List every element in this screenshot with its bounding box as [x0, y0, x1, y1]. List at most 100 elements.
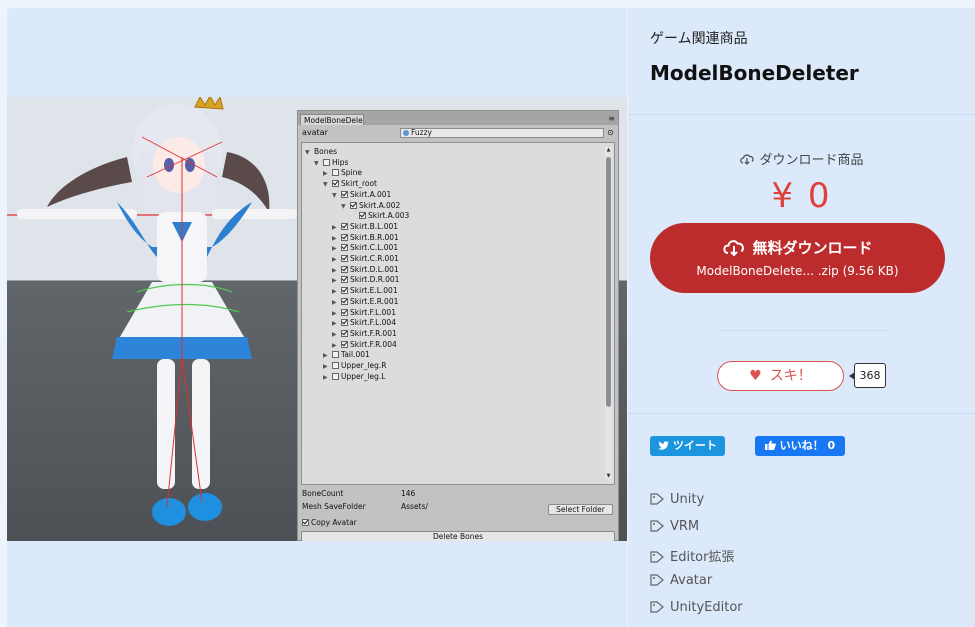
- collapse-arrow-icon[interactable]: ▶: [332, 223, 341, 233]
- bone-checkbox[interactable]: [341, 244, 348, 252]
- expand-arrow-icon[interactable]: ▼: [323, 180, 332, 190]
- bone-tree-row[interactable]: ▶ Skirt.D.L.001: [332, 265, 399, 275]
- bone-checkbox[interactable]: [332, 372, 339, 380]
- like-button[interactable]: ♥ スキ！: [717, 361, 844, 391]
- collapse-arrow-icon[interactable]: ▶: [323, 351, 332, 361]
- delete-bones-button[interactable]: Delete Bones: [301, 531, 615, 541]
- collapse-arrow-icon[interactable]: ▶: [332, 287, 341, 297]
- collapse-arrow-icon[interactable]: ▶: [332, 298, 341, 308]
- tweet-label: ツイート: [672, 439, 717, 452]
- scroll-up-icon[interactable]: ▲: [605, 147, 612, 153]
- bone-label: Skirt.A.003: [368, 211, 410, 221]
- bone-tree-row[interactable]: ▶ Skirt.D.R.001: [332, 275, 399, 285]
- bone-tree-row[interactable]: ▼ Bones: [305, 147, 337, 157]
- bone-tree[interactable]: ▲ ▼ ▼ Bones ▼ Hips ▶ Spine ▼ Skirt_root ▼ Skirt.A…: [301, 142, 615, 485]
- facebook-like-button[interactable]: いいね！ 0: [755, 436, 845, 456]
- bone-label: Skirt.F.R.001: [350, 328, 397, 338]
- collapse-arrow-icon[interactable]: ▶: [323, 373, 332, 383]
- copy-avatar-toggle[interactable]: Copy Avatar: [302, 518, 357, 528]
- bone-checkbox[interactable]: [341, 287, 348, 295]
- bone-label: Tail.001: [341, 350, 370, 360]
- collapse-arrow-icon[interactable]: ▶: [332, 244, 341, 254]
- bone-label: Skirt_root: [341, 179, 377, 189]
- collapse-arrow-icon[interactable]: ▶: [332, 341, 341, 351]
- bone-checkbox[interactable]: [332, 180, 339, 188]
- product-category[interactable]: ゲーム関連商品: [650, 28, 748, 48]
- tag-link[interactable]: Editor拡張: [650, 546, 734, 567]
- tweet-button[interactable]: ツイート: [650, 436, 725, 456]
- bone-checkbox[interactable]: [341, 308, 348, 316]
- cloud-download-icon: [722, 237, 746, 261]
- bone-checkbox[interactable]: [332, 351, 339, 359]
- bone-tree-row[interactable]: ▼ Hips: [314, 158, 348, 168]
- bone-tree-row[interactable]: ▶ Skirt.E.R.001: [332, 297, 398, 307]
- collapse-arrow-icon[interactable]: ▶: [332, 234, 341, 244]
- bone-tree-row[interactable]: ▶ Skirt.F.L.004: [332, 318, 396, 328]
- free-download-button[interactable]: 無料ダウンロード ModelBoneDelete... .zip (9.56 K…: [650, 223, 945, 293]
- bone-tree-row[interactable]: ▶ Skirt.C.L.001: [332, 243, 398, 253]
- bone-checkbox[interactable]: [341, 265, 348, 273]
- collapse-arrow-icon[interactable]: ▶: [332, 266, 341, 276]
- collapse-arrow-icon[interactable]: ▶: [332, 255, 341, 265]
- avatar-object-field[interactable]: Fuzzy: [400, 128, 604, 138]
- expand-arrow-icon[interactable]: ▼: [341, 202, 350, 212]
- expand-arrow-icon[interactable]: ▼: [332, 191, 341, 201]
- bone-tree-row[interactable]: ▼ Skirt.A.002: [341, 201, 400, 211]
- bone-tree-row[interactable]: ▶ Upper_leg.R: [323, 361, 387, 371]
- tag-link[interactable]: Unity: [650, 492, 704, 509]
- collapse-arrow-icon[interactable]: ▶: [323, 362, 332, 372]
- bone-checkbox[interactable]: [341, 319, 348, 327]
- bone-checkbox[interactable]: [332, 169, 339, 177]
- bone-checkbox[interactable]: [341, 340, 348, 348]
- bone-tree-row[interactable]: ▼ Skirt_root: [323, 179, 377, 189]
- bone-tree-row[interactable]: ▶ Skirt.C.R.001: [332, 254, 399, 264]
- bone-checkbox[interactable]: [323, 158, 330, 166]
- tag-label: Avatar: [670, 573, 713, 588]
- tree-scrollbar[interactable]: ▲ ▼: [605, 147, 612, 479]
- object-picker-icon[interactable]: ⊙: [606, 128, 615, 137]
- expand-arrow-icon[interactable]: ▼: [305, 148, 314, 158]
- bone-checkbox[interactable]: [341, 255, 348, 262]
- collapse-arrow-icon[interactable]: ▶: [332, 319, 341, 329]
- tag-link[interactable]: VRM: [650, 519, 699, 536]
- editor-menu-icon[interactable]: ≡: [608, 114, 615, 123]
- scrollbar-thumb[interactable]: [606, 157, 611, 407]
- bone-tree-row[interactable]: ▶ Skirt.F.R.004: [332, 340, 397, 350]
- download-file-info: ModelBoneDelete... .zip (9.56 KB): [696, 264, 899, 278]
- bone-checkbox[interactable]: [341, 190, 348, 198]
- tag-link[interactable]: Avatar: [650, 573, 712, 590]
- bone-tree-row[interactable]: ▶ Skirt.B.R.001: [332, 233, 399, 243]
- bone-checkbox[interactable]: [341, 329, 348, 337]
- bone-tree-row[interactable]: ▶ Skirt.B.L.001: [332, 222, 398, 232]
- bone-tree-row[interactable]: ▼ Skirt.A.001: [332, 190, 391, 200]
- bone-checkbox[interactable]: [341, 233, 348, 241]
- collapse-arrow-icon[interactable]: ▶: [323, 169, 332, 179]
- expand-arrow-icon[interactable]: ▼: [314, 159, 323, 169]
- bone-tree-row[interactable]: ▶ Upper_leg.L: [323, 372, 385, 382]
- bone-checkbox[interactable]: [359, 212, 366, 220]
- tag-icon: [650, 493, 664, 509]
- bone-tree-row[interactable]: ▶ Tail.001: [323, 350, 370, 360]
- bone-checkbox[interactable]: [341, 222, 348, 230]
- bone-tree-row[interactable]: ▶ Skirt.E.L.001: [332, 286, 398, 296]
- avatar-label: avatar: [302, 128, 328, 137]
- collapse-arrow-icon[interactable]: ▶: [332, 330, 341, 340]
- scroll-down-icon[interactable]: ▼: [605, 473, 612, 479]
- editor-tab[interactable]: ModelBoneDele: [300, 114, 364, 125]
- bone-tree-row[interactable]: ▶ Spine: [323, 168, 362, 178]
- bone-checkbox[interactable]: [341, 276, 348, 284]
- bone-checkbox[interactable]: [350, 201, 357, 209]
- bone-tree-row[interactable]: Skirt.A.003: [350, 211, 409, 221]
- bone-tree-row[interactable]: ▶ Skirt.F.R.001: [332, 329, 397, 339]
- bone-tree-row[interactable]: ▶ Skirt.F.L.001: [332, 308, 396, 318]
- tag-label: UnityEditor: [670, 600, 743, 615]
- tag-link[interactable]: UnityEditor: [650, 600, 743, 617]
- product-preview-image[interactable]: ModelBoneDele ≡ avatar Fuzzy ⊙ ▲ ▼ ▼ Bone…: [7, 97, 627, 541]
- bone-checkbox[interactable]: [341, 297, 348, 305]
- product-title: ModelBoneDeleter: [650, 61, 859, 85]
- collapse-arrow-icon[interactable]: ▶: [332, 276, 341, 286]
- collapse-arrow-icon[interactable]: ▶: [332, 309, 341, 319]
- copy-avatar-checkbox[interactable]: [302, 519, 309, 526]
- bone-checkbox[interactable]: [332, 362, 339, 369]
- select-folder-button[interactable]: Select Folder: [548, 504, 613, 515]
